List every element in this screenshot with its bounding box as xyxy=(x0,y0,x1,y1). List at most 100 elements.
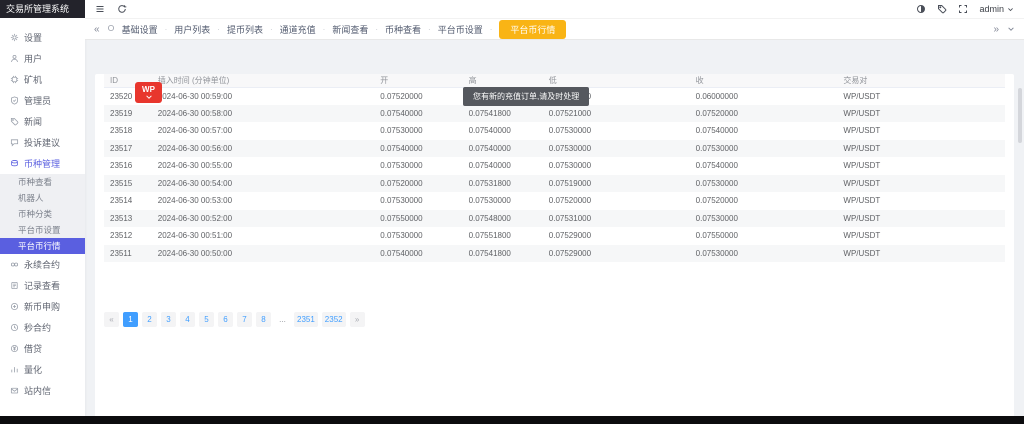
hamburger-menu-icon[interactable] xyxy=(95,4,105,14)
tag-icon[interactable] xyxy=(937,4,947,14)
cell-pair: WP/USDT xyxy=(837,175,1005,193)
infinity-icon xyxy=(10,260,19,269)
plus-icon xyxy=(10,302,19,311)
pagination-page-4[interactable]: 4 xyxy=(180,312,195,327)
sidebar-item-users[interactable]: 用户 xyxy=(0,48,85,69)
tab-item[interactable]: 提币列表 xyxy=(227,23,263,36)
pagination-page-2351[interactable]: 2351 xyxy=(294,312,318,327)
tabs-refresh-icon[interactable] xyxy=(107,24,115,34)
cell-time: 2024-06-30 00:59:00 xyxy=(152,87,375,105)
coin-selector-dropdown[interactable]: WP xyxy=(135,82,162,103)
pagination-page-2[interactable]: 2 xyxy=(142,312,157,327)
fullscreen-icon[interactable] xyxy=(958,4,968,14)
cell-high: 0.07530000 xyxy=(463,192,543,210)
sidebar-item-perpetual-contract[interactable]: 永续合约 xyxy=(0,254,85,275)
shield-icon xyxy=(10,96,19,105)
sidebar-item-news[interactable]: 新闻 xyxy=(0,111,85,132)
sidebar-item-quant[interactable]: 量化 xyxy=(0,359,85,380)
user-dropdown[interactable]: admin xyxy=(979,4,1014,14)
username-label: admin xyxy=(979,4,1004,14)
sidebar-subitem-coin-category[interactable]: 币种分类 xyxy=(0,206,85,222)
pagination-page-6[interactable]: 6 xyxy=(218,312,233,327)
sidebar-item-records[interactable]: 记录查看 xyxy=(0,275,85,296)
cell-id: 23517 xyxy=(104,140,152,158)
cell-pair: WP/USDT xyxy=(837,192,1005,210)
gear-icon xyxy=(10,33,19,42)
topbar-right: admin xyxy=(916,4,1014,14)
sidebar-item-settings[interactable]: 设置 xyxy=(0,27,85,48)
tab-item-active[interactable]: 平台币行情 xyxy=(499,20,566,39)
cell-pair: WP/USDT xyxy=(837,122,1005,140)
cell-time: 2024-06-30 00:54:00 xyxy=(152,175,375,193)
tab-item[interactable]: 用户列表 xyxy=(174,23,210,36)
sidebar-subitem-platform-coin-settings[interactable]: 平台币设置 xyxy=(0,222,85,238)
tab-item[interactable]: 平台币设置 xyxy=(438,23,483,36)
tabs-collapse-left[interactable]: « xyxy=(94,24,100,35)
sidebar-item-feedback[interactable]: 投诉建议 xyxy=(0,132,85,153)
sidebar-item-admins[interactable]: 管理员 xyxy=(0,90,85,111)
cell-high: 0.07540000 xyxy=(463,157,543,175)
app-window: 交易所管理系统 设置用户矿机管理员新闻投诉建议币种管理币种查看机器人币种分类平台… xyxy=(0,0,1024,416)
theme-toggle-icon[interactable] xyxy=(916,4,926,14)
tab-item[interactable]: 通道充值 xyxy=(280,23,316,36)
column-header: 低 xyxy=(543,74,690,87)
sidebar-subitem-coin-view[interactable]: 币种查看 xyxy=(0,174,85,190)
cell-close: 0.07550000 xyxy=(690,227,838,245)
cell-low: 0.07529000 xyxy=(543,245,690,263)
tabs-list: 基础设置·用户列表·提币列表·通道充值·新闻查看·币种查看·平台币设置·平台币行… xyxy=(122,20,567,39)
cell-open: 0.07530000 xyxy=(374,122,462,140)
sidebar-item-label: 记录查看 xyxy=(24,279,60,292)
sidebar-item-label: 管理员 xyxy=(24,94,51,107)
table-row: 235192024-06-30 00:58:000.075400000.0754… xyxy=(104,105,1005,123)
cell-time: 2024-06-30 00:57:00 xyxy=(152,122,375,140)
pagination: «12345678...23512352» xyxy=(104,312,365,327)
tab-item[interactable]: 基础设置 xyxy=(122,23,158,36)
column-header: 交易对 xyxy=(837,74,1005,87)
tab-item[interactable]: 币种查看 xyxy=(385,23,421,36)
sidebar-item-label: 币种管理 xyxy=(24,157,60,170)
tabs-scroll-right[interactable]: » xyxy=(993,24,999,35)
scrollbar-thumb[interactable] xyxy=(1018,88,1022,143)
tab-item[interactable]: 新闻查看 xyxy=(332,23,368,36)
pagination-next-button[interactable]: » xyxy=(350,312,365,327)
pagination-page-3[interactable]: 3 xyxy=(161,312,176,327)
table-row: 235142024-06-30 00:53:000.075300000.0753… xyxy=(104,192,1005,210)
sidebar-item-label: 矿机 xyxy=(24,73,42,86)
tabs-dropdown-icon[interactable] xyxy=(1007,25,1015,33)
sidebar-item-miners[interactable]: 矿机 xyxy=(0,69,85,90)
loan-icon xyxy=(10,344,19,353)
cell-close: 0.07540000 xyxy=(690,157,838,175)
cell-low: 0.07520000 xyxy=(543,192,690,210)
table-header-row: ID插入时间 (分钟单位)开高低收交易对 xyxy=(104,74,1005,87)
table-body: 235202024-06-30 00:59:000.075200000.0752… xyxy=(104,87,1005,262)
cell-pair: WP/USDT xyxy=(837,157,1005,175)
sidebar-item-site-mail[interactable]: 站内信 xyxy=(0,380,85,401)
pagination-prev-button[interactable]: « xyxy=(104,312,119,327)
pagination-page-7[interactable]: 7 xyxy=(237,312,252,327)
sidebar-item-seconds-contract[interactable]: 秒合约 xyxy=(0,317,85,338)
sidebar-subitem-robot[interactable]: 机器人 xyxy=(0,190,85,206)
sidebar-item-label: 永续合约 xyxy=(24,258,60,271)
sidebar-item-new-coin-subscribe[interactable]: 新币申购 xyxy=(0,296,85,317)
pagination-page-1[interactable]: 1 xyxy=(123,312,138,327)
sidebar-item-coin-management[interactable]: 币种管理 xyxy=(0,153,85,174)
pagination-page-5[interactable]: 5 xyxy=(199,312,214,327)
cell-pair: WP/USDT xyxy=(837,105,1005,123)
caret-down-icon xyxy=(146,95,152,99)
pagination-page-8[interactable]: 8 xyxy=(256,312,271,327)
cell-close: 0.07520000 xyxy=(690,192,838,210)
pagination-page-2352[interactable]: 2352 xyxy=(322,312,346,327)
chevron-down-icon xyxy=(1007,6,1014,13)
cell-open: 0.07540000 xyxy=(374,245,462,263)
tab-separator: · xyxy=(323,25,326,34)
sidebar-item-loans[interactable]: 借贷 xyxy=(0,338,85,359)
cell-open: 0.07520000 xyxy=(374,87,462,105)
cell-time: 2024-06-30 00:52:00 xyxy=(152,210,375,228)
app-title: 交易所管理系统 xyxy=(0,0,85,18)
sidebar-subitem-platform-coin-market[interactable]: 平台币行情 xyxy=(0,238,85,254)
cell-time: 2024-06-30 00:51:00 xyxy=(152,227,375,245)
cell-high: 0.07548000 xyxy=(463,210,543,228)
mail-icon xyxy=(10,386,19,395)
refresh-icon[interactable] xyxy=(117,4,127,14)
sidebar-item-label: 新闻 xyxy=(24,115,42,128)
